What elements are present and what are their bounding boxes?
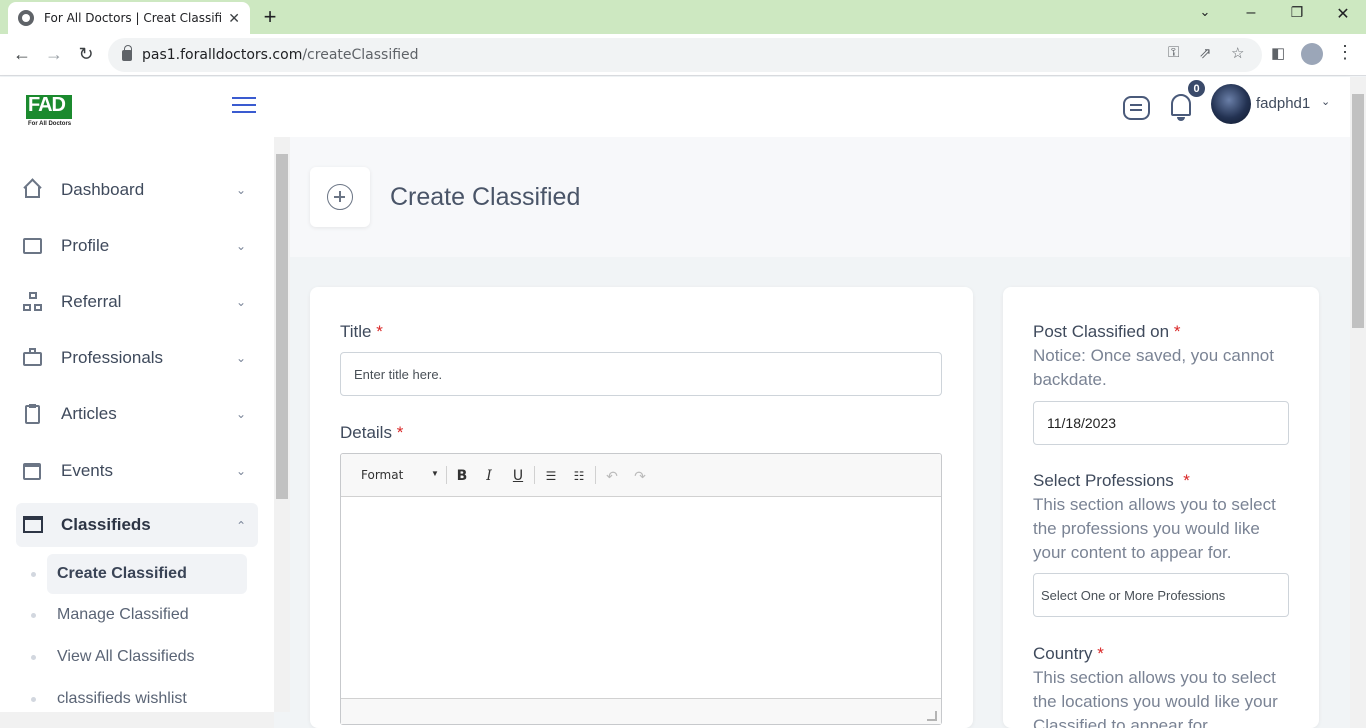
- professions-notice: This section allows you to select the pr…: [1033, 495, 1276, 562]
- professions-label: Select Professions *: [1033, 471, 1190, 490]
- globe-icon: [18, 10, 34, 26]
- chevron-down-icon: ⌄: [235, 295, 246, 309]
- post-on-notice: Notice: Once saved, you cannot backdate.: [1033, 346, 1274, 389]
- star-icon[interactable]: ☆: [1231, 44, 1244, 62]
- page-scrollbar-thumb[interactable]: [1352, 94, 1364, 328]
- sidebar-item-articles[interactable]: Articles ⌄: [16, 392, 258, 436]
- close-tab-icon[interactable]: ✕: [228, 10, 240, 27]
- home-icon: [23, 178, 43, 200]
- format-dropdown[interactable]: Format: [361, 468, 403, 482]
- id-card-icon: [23, 236, 43, 256]
- chevron-down-icon: ⌄: [235, 239, 246, 253]
- chevron-down-icon: ⌄: [235, 351, 246, 365]
- browser-menu-icon[interactable]: ⋮: [1336, 42, 1354, 63]
- reload-icon[interactable]: ↻: [74, 44, 98, 65]
- chevron-down-icon: ⌄: [235, 183, 246, 197]
- url-bar[interactable]: pas1.foralldoctors.com/createClassified: [108, 38, 1262, 72]
- notification-count-badge: 0: [1187, 79, 1206, 98]
- numbered-list-icon[interactable]: ☰: [541, 466, 561, 486]
- minimize-icon[interactable]: –: [1239, 4, 1263, 22]
- window-icon: [23, 515, 43, 535]
- post-date-input[interactable]: 11/18/2023: [1033, 401, 1289, 445]
- restore-icon[interactable]: ❐: [1285, 4, 1309, 21]
- address-bar-row: ← → ↻ pas1.foralldoctors.com/createClass…: [0, 34, 1366, 76]
- editor-footer: [341, 698, 941, 724]
- sidebar-subitem-view-all-classifieds[interactable]: View All Classifieds: [47, 637, 247, 677]
- undo-icon[interactable]: ↶: [602, 466, 622, 486]
- page-title: Create Classified: [390, 183, 581, 211]
- sidebar-item-professionals[interactable]: Professionals ⌄: [16, 336, 258, 380]
- browser-tab-strip: For All Doctors | Creat Classified ✕ + ⌄…: [0, 0, 1366, 34]
- username[interactable]: fadphd1: [1256, 95, 1310, 112]
- sidebar-subitem-create-classified[interactable]: Create Classified: [47, 554, 247, 594]
- app-header: FAD For All Doctors: [0, 77, 1350, 137]
- resize-grip-icon[interactable]: [927, 711, 937, 721]
- sidebar-item-referral[interactable]: Referral ⌄: [16, 280, 258, 324]
- forward-icon[interactable]: →: [42, 44, 66, 65]
- bold-icon[interactable]: B: [452, 466, 472, 486]
- sitemap-icon: [23, 292, 43, 312]
- title-input[interactable]: Enter title here.: [340, 352, 942, 396]
- professions-select[interactable]: Select One or More Professions: [1033, 573, 1289, 617]
- browser-profile-icon[interactable]: [1301, 43, 1323, 65]
- lock-icon: [122, 44, 132, 61]
- title-label: Title *: [340, 322, 383, 341]
- redo-icon[interactable]: ↷: [630, 466, 650, 486]
- details-rich-text-editor: Format ▼ B I U ☰ ☷ ↶ ↷: [340, 453, 942, 725]
- new-tab-icon[interactable]: +: [258, 4, 282, 30]
- chevron-down-icon[interactable]: ⌄: [1321, 95, 1330, 108]
- sidebar-item-classifieds[interactable]: Classifieds ⌄: [16, 503, 258, 547]
- editor-toolbar: Format ▼ B I U ☰ ☷ ↶ ↷: [341, 454, 941, 497]
- italic-icon[interactable]: I: [479, 466, 499, 486]
- browser-tab[interactable]: For All Doctors | Creat Classified ✕: [8, 2, 250, 34]
- details-label: Details *: [340, 423, 404, 442]
- bulleted-list-icon[interactable]: ☷: [569, 466, 589, 486]
- share-icon[interactable]: ⇗: [1199, 44, 1212, 62]
- side-panel-icon[interactable]: ◧: [1271, 44, 1285, 62]
- caret-down-icon[interactable]: ▼: [431, 469, 439, 478]
- sidebar-item-events[interactable]: Events ⌄: [16, 449, 258, 493]
- tab-title: For All Doctors | Creat Classified: [44, 11, 223, 25]
- key-icon[interactable]: ⚿: [1168, 44, 1179, 61]
- chevron-down-icon: ⌄: [235, 407, 246, 421]
- site-logo[interactable]: FAD For All Doctors: [26, 91, 76, 131]
- post-on-label: Post Classified on *: [1033, 322, 1181, 341]
- underline-icon[interactable]: U: [508, 466, 528, 486]
- sidebar: Dashboard ⌄ Profile ⌄ Referral ⌄ Profess…: [0, 137, 274, 712]
- avatar[interactable]: [1211, 84, 1251, 124]
- country-label: Country *: [1033, 644, 1104, 663]
- chevron-up-icon: ⌄: [235, 518, 246, 532]
- briefcase-icon: [23, 348, 43, 368]
- sidebar-item-profile[interactable]: Profile ⌄: [16, 224, 258, 268]
- clipboard-icon: [23, 404, 43, 424]
- sidebar-horizontal-scrollbar[interactable]: [0, 712, 274, 728]
- sidebar-item-dashboard[interactable]: Dashboard ⌄: [16, 168, 258, 212]
- chevron-down-icon: ⌄: [235, 464, 246, 478]
- tab-search-icon[interactable]: ⌄: [1193, 4, 1217, 20]
- sidebar-subitem-manage-classified[interactable]: Manage Classified: [47, 595, 247, 635]
- close-window-icon[interactable]: ✕: [1331, 4, 1355, 24]
- back-icon[interactable]: ←: [10, 44, 34, 65]
- hamburger-menu-icon[interactable]: [232, 97, 256, 115]
- calendar-icon: [23, 461, 43, 481]
- chat-icon[interactable]: [1123, 96, 1150, 120]
- sidebar-scrollbar-thumb[interactable]: [276, 154, 288, 499]
- add-circle-icon: [310, 167, 370, 227]
- url-text: pas1.foralldoctors.com/createClassified: [142, 47, 419, 63]
- country-notice: This section allows you to select the lo…: [1033, 668, 1278, 728]
